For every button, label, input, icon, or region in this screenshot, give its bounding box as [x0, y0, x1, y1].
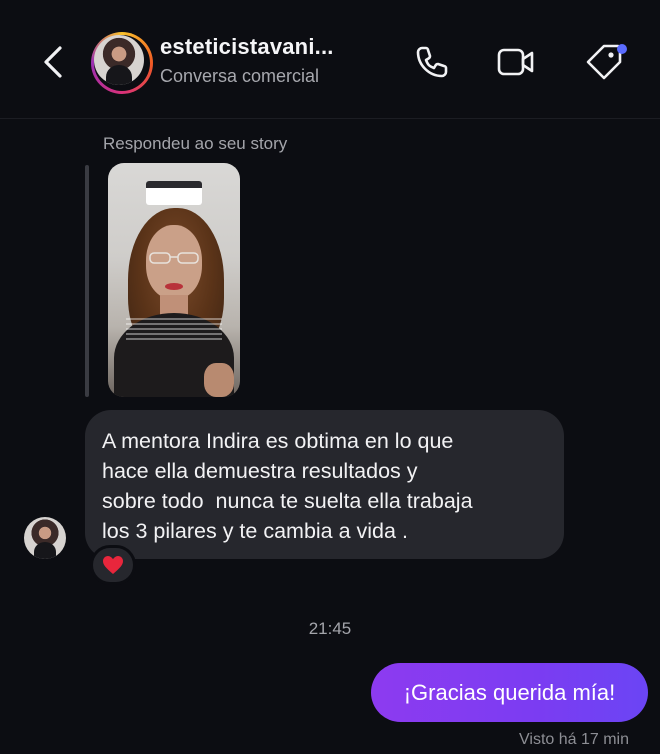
back-chevron-icon[interactable] — [40, 44, 68, 80]
sender-avatar[interactable] — [24, 517, 66, 559]
story-question-card — [146, 181, 202, 205]
avatar-photo — [94, 35, 144, 85]
outgoing-message-bubble[interactable]: ¡Gracias querida mía! — [371, 663, 648, 722]
heart-icon — [103, 556, 123, 574]
chat-header: esteticistavani... Conversa comercial — [0, 0, 660, 119]
chat-username[interactable]: esteticistavani... — [160, 34, 334, 60]
story-reply-bar — [85, 165, 89, 397]
profile-avatar[interactable] — [91, 32, 153, 94]
phone-icon[interactable] — [412, 42, 452, 82]
chat-subtitle: Conversa comercial — [160, 66, 320, 86]
message-reaction[interactable] — [90, 545, 136, 585]
incoming-message-text: A mentora Indira es obtima en lo que hac… — [102, 429, 473, 543]
notification-dot — [617, 44, 627, 54]
video-call-icon[interactable] — [496, 42, 536, 82]
story-thumbnail[interactable] — [108, 163, 240, 397]
outgoing-message-text: ¡Gracias querida mía! — [403, 679, 616, 705]
incoming-message-bubble[interactable]: A mentora Indira es obtima en lo que hac… — [85, 410, 564, 559]
seen-status: Visto há 17 min — [519, 731, 629, 748]
message-timestamp: 21:45 — [308, 619, 352, 638]
story-reply-label: Respondeu ao seu story — [103, 134, 288, 153]
